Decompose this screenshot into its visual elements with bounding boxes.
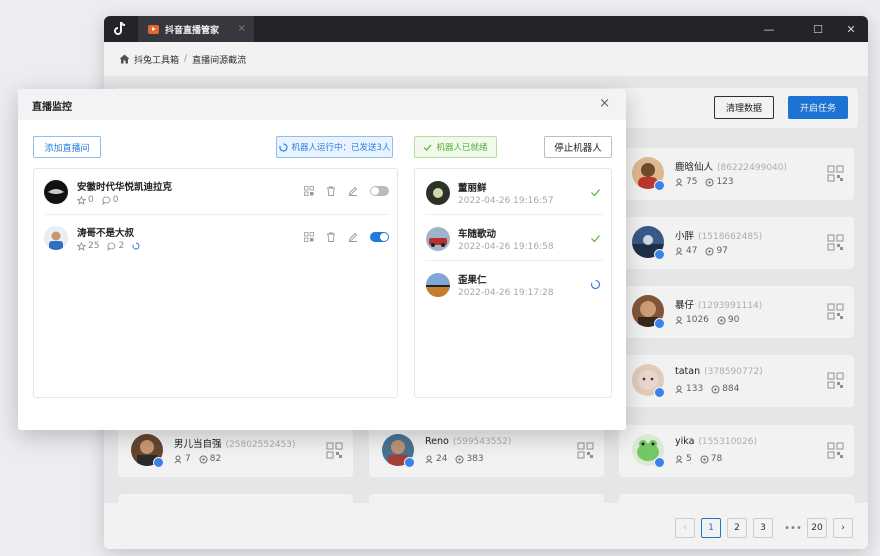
room-stats: 25 2 bbox=[77, 241, 142, 251]
room-actions bbox=[304, 186, 389, 196]
loading-icon bbox=[278, 142, 288, 152]
qr-code-icon[interactable] bbox=[304, 186, 314, 196]
avatar bbox=[44, 180, 68, 204]
list-item[interactable]: 安徽时代华悦凯迪拉克 0 0 bbox=[44, 169, 389, 215]
room-stats: 0 0 bbox=[77, 195, 118, 205]
dialog-title: 直播监控 bbox=[32, 102, 72, 113]
robot-time: 2022-04-26 19:17:28 bbox=[458, 288, 554, 298]
room-toggle[interactable] bbox=[370, 186, 389, 196]
close-icon[interactable]: × bbox=[599, 97, 610, 111]
list-item: 车随歌动 2022-04-26 19:16:58 bbox=[425, 215, 603, 261]
robot-list-panel: 董丽鲜 2022-04-26 19:16:57 车随歌动 2022-04-26 … bbox=[414, 168, 612, 398]
stop-robot-button[interactable]: 停止机器人 bbox=[544, 136, 612, 158]
robot-running-status: 机器人运行中：已发送3人 bbox=[276, 136, 393, 158]
avatar bbox=[426, 181, 450, 205]
list-item[interactable]: 涛哥不是大叔 25 2 bbox=[44, 215, 389, 261]
dialog-header: 直播监控 × bbox=[18, 89, 626, 120]
avatar bbox=[44, 226, 68, 250]
room-toggle[interactable] bbox=[370, 232, 389, 242]
loading-icon bbox=[590, 279, 601, 290]
comment-icon bbox=[102, 196, 111, 205]
loading-icon bbox=[132, 242, 140, 250]
delete-icon[interactable] bbox=[326, 186, 336, 196]
list-item: 董丽鲜 2022-04-26 19:16:57 bbox=[425, 169, 603, 215]
robot-time: 2022-04-26 19:16:57 bbox=[458, 196, 554, 206]
qr-code-icon[interactable] bbox=[304, 232, 314, 242]
edit-icon[interactable] bbox=[348, 186, 358, 196]
comment-icon bbox=[107, 242, 116, 251]
star-icon bbox=[77, 241, 86, 251]
list-item: 歪果仁 2022-04-26 19:17:28 bbox=[425, 261, 603, 307]
room-list-panel: 安徽时代华悦凯迪拉克 0 0 涛哥不是大叔 25 2 bbox=[33, 168, 398, 398]
avatar bbox=[426, 273, 450, 297]
room-name: 涛哥不是大叔 bbox=[77, 228, 135, 239]
star-icon bbox=[77, 195, 86, 205]
check-icon bbox=[591, 235, 600, 243]
room-name: 安徽时代华悦凯迪拉克 bbox=[77, 182, 173, 193]
add-room-button[interactable]: 添加直播间 bbox=[33, 136, 101, 158]
check-icon bbox=[591, 189, 600, 197]
avatar bbox=[426, 227, 450, 251]
check-icon bbox=[424, 144, 432, 151]
robot-name: 车随歌动 bbox=[458, 229, 497, 240]
live-monitor-dialog: 直播监控 × 添加直播间 机器人运行中：已发送3人 机器人已就绪 停止机器人 安… bbox=[18, 89, 626, 430]
edit-icon[interactable] bbox=[348, 232, 358, 242]
robot-ready-status: 机器人已就绪 bbox=[414, 136, 497, 158]
robot-name: 董丽鲜 bbox=[458, 183, 487, 194]
room-actions bbox=[304, 232, 389, 242]
robot-time: 2022-04-26 19:16:58 bbox=[458, 242, 554, 252]
delete-icon[interactable] bbox=[326, 232, 336, 242]
robot-name: 歪果仁 bbox=[458, 275, 487, 286]
